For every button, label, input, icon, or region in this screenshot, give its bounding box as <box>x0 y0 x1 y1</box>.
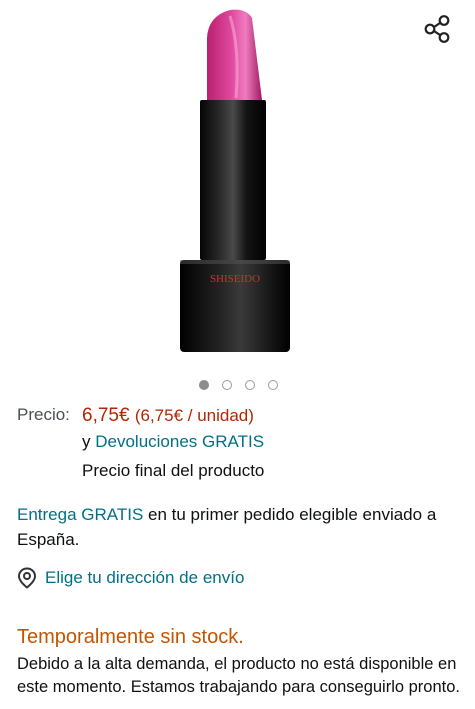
carousel-dot-3[interactable] <box>245 380 255 390</box>
price-label: Precio: <box>17 405 70 424</box>
returns-line: y Devoluciones GRATIS <box>82 432 264 452</box>
stock-status-title: Temporalmente sin stock. <box>17 626 244 648</box>
final-price-note: Precio final del producto <box>82 461 265 480</box>
carousel-dot-1[interactable] <box>199 380 209 390</box>
stock-status-description: Debido a la alta demanda, el producto no… <box>17 655 461 696</box>
free-delivery-link[interactable]: Entrega GRATIS <box>17 505 143 524</box>
price-amount: 6,75€ <box>82 405 130 426</box>
share-button[interactable] <box>420 12 454 46</box>
carousel-dot-2[interactable] <box>222 380 232 390</box>
delivery-info: Entrega GRATIS en tu primer pedido elegi… <box>17 502 467 552</box>
price-amount-line: 6,75€ (6,75€ / unidad) <box>82 405 254 427</box>
product-image[interactable]: SHISEIDO <box>160 8 310 356</box>
choose-address-link[interactable]: Elige tu dirección de envío <box>17 566 244 590</box>
share-icon <box>424 15 450 43</box>
carousel-dot-4[interactable] <box>268 380 278 390</box>
brand-logo: SHISEIDO <box>210 273 260 285</box>
image-carousel-indicator <box>0 379 475 393</box>
location-pin-icon <box>17 567 37 589</box>
returns-prefix: y <box>82 432 91 451</box>
free-returns-link[interactable]: Devoluciones GRATIS <box>95 432 264 451</box>
choose-address-label: Elige tu dirección de envío <box>45 568 245 587</box>
price-per-unit: (6,75€ / unidad) <box>134 406 254 425</box>
